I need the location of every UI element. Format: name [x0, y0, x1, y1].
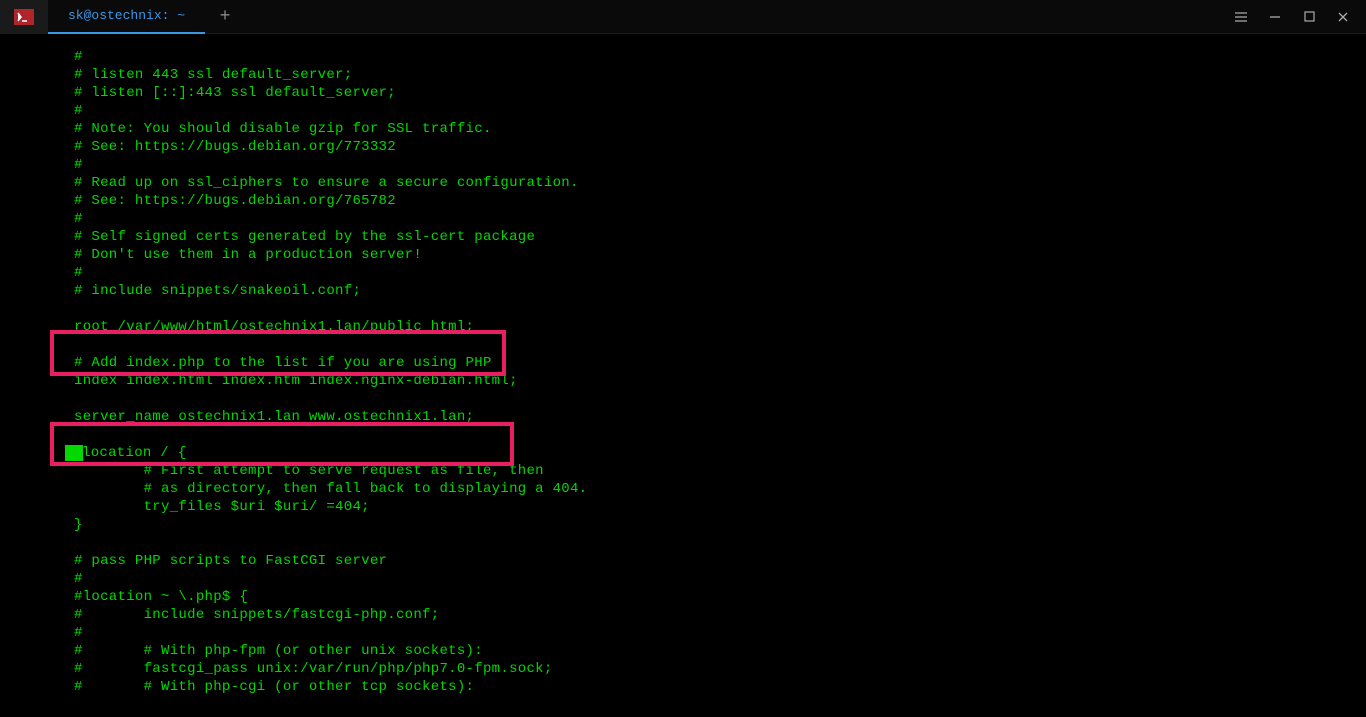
- config-line: # Add index.php to the list if you are u…: [0, 354, 1366, 372]
- config-line: # include snippets/fastcgi-php.conf;: [0, 606, 1366, 624]
- config-line: #: [0, 570, 1366, 588]
- config-line: index index.html index.htm index.nginx-d…: [0, 372, 1366, 390]
- window-controls: [1232, 0, 1366, 34]
- terminal-content[interactable]: # # listen 443 ssl default_server; # lis…: [0, 34, 1366, 696]
- titlebar: sk@ostechnix: ~ +: [0, 0, 1366, 34]
- config-line: # fastcgi_pass unix:/var/run/php/php7.0-…: [0, 660, 1366, 678]
- config-line-root: root /var/www/html/ostechnix1.lan/public…: [0, 318, 1366, 336]
- config-line-server-name: server_name ostechnix1.lan www.ostechnix…: [0, 408, 1366, 426]
- maximize-button[interactable]: [1300, 8, 1318, 26]
- config-line: # First attempt to serve request as file…: [0, 462, 1366, 480]
- tab-title: sk@ostechnix: ~: [68, 8, 185, 23]
- config-line: #: [0, 624, 1366, 642]
- config-line: # as directory, then fall back to displa…: [0, 480, 1366, 498]
- config-line: # Read up on ssl_ciphers to ensure a sec…: [0, 174, 1366, 192]
- hamburger-menu-icon[interactable]: [1232, 8, 1250, 26]
- config-line: }: [0, 516, 1366, 534]
- config-line: #: [0, 48, 1366, 66]
- config-line: # Self signed certs generated by the ssl…: [0, 228, 1366, 246]
- config-line: # include snippets/snakeoil.conf;: [0, 282, 1366, 300]
- config-line: [0, 300, 1366, 318]
- config-line: # See: https://bugs.debian.org/765782: [0, 192, 1366, 210]
- config-line: try_files $uri $uri/ =404;: [0, 498, 1366, 516]
- config-line: # See: https://bugs.debian.org/773332: [0, 138, 1366, 156]
- config-line: # Note: You should disable gzip for SSL …: [0, 120, 1366, 138]
- config-line: # listen 443 ssl default_server;: [0, 66, 1366, 84]
- config-line: # Don't use them in a production server!: [0, 246, 1366, 264]
- config-line: # # With php-fpm (or other unix sockets)…: [0, 642, 1366, 660]
- config-line: # # With php-cgi (or other tcp sockets):: [0, 678, 1366, 696]
- new-tab-button[interactable]: +: [205, 0, 245, 34]
- config-line: # listen [::]:443 ssl default_server;: [0, 84, 1366, 102]
- close-button[interactable]: [1334, 8, 1352, 26]
- config-line-cursor: location / {: [0, 444, 1366, 462]
- config-line: # pass PHP scripts to FastCGI server: [0, 552, 1366, 570]
- config-line: [0, 390, 1366, 408]
- config-line: #: [0, 156, 1366, 174]
- app-icon: [0, 0, 48, 34]
- config-line: [0, 426, 1366, 444]
- config-line: [0, 534, 1366, 552]
- config-line: #: [0, 210, 1366, 228]
- minimize-button[interactable]: [1266, 8, 1284, 26]
- config-line: #location ~ \.php$ {: [0, 588, 1366, 606]
- config-line: #: [0, 264, 1366, 282]
- config-line: [0, 336, 1366, 354]
- config-line: #: [0, 102, 1366, 120]
- terminal-tab[interactable]: sk@ostechnix: ~: [48, 0, 205, 34]
